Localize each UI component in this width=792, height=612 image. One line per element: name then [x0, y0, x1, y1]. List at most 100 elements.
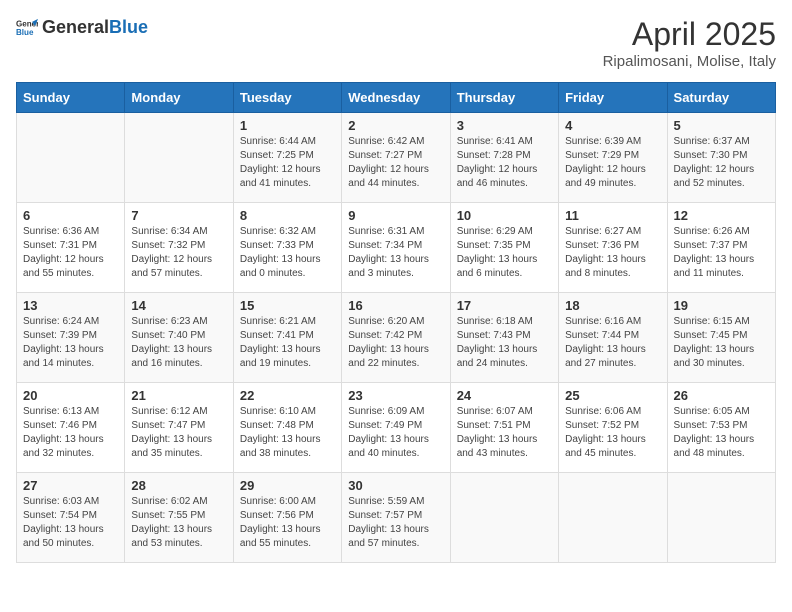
cell-info: Sunrise: 6:44 AMSunset: 7:25 PMDaylight:… [240, 136, 321, 189]
calendar-title: April 2025 [603, 16, 776, 53]
day-cell [667, 473, 775, 563]
day-cell: 26 Sunrise: 6:05 AMSunset: 7:53 PMDayligh… [667, 383, 775, 473]
day-cell: 21Sunrise: 6:12 AMSunset: 7:47 PMDayligh… [125, 383, 233, 473]
day-number: 9 [348, 208, 443, 223]
cell-info: Sunrise: 6:18 AMSunset: 7:43 PMDaylight:… [457, 316, 538, 369]
day-header-wednesday: Wednesday [342, 83, 450, 113]
day-number: 1 [240, 118, 335, 133]
cell-info: Sunrise: 6:02 AMSunset: 7:55 PMDaylight:… [131, 496, 212, 549]
day-cell: 25 Sunrise: 6:06 AMSunset: 7:52 PMDayligh… [559, 383, 667, 473]
week-row-5: 27Sunrise: 6:03 AMSunset: 7:54 PMDayligh… [17, 473, 776, 563]
day-header-tuesday: Tuesday [233, 83, 341, 113]
cell-info: Sunrise: 6:05 AMSunset: 7:53 PMDaylight:… [674, 406, 755, 459]
cell-info: Sunrise: 6:29 AMSunset: 7:35 PMDaylight:… [457, 226, 538, 279]
cell-info: Sunrise: 6:27 AMSunset: 7:36 PMDaylight:… [565, 226, 646, 279]
day-cell [450, 473, 558, 563]
day-number: 14 [131, 298, 226, 313]
cell-info: Sunrise: 6:39 AMSunset: 7:29 PMDaylight:… [565, 136, 646, 189]
cell-info: Sunrise: 6:13 AMSunset: 7:46 PMDaylight:… [23, 406, 104, 459]
day-cell: 4 Sunrise: 6:39 AMSunset: 7:29 PMDaylight… [559, 113, 667, 203]
day-cell: 9 Sunrise: 6:31 AMSunset: 7:34 PMDaylight… [342, 203, 450, 293]
day-header-friday: Friday [559, 83, 667, 113]
day-number: 18 [565, 298, 660, 313]
day-cell: 7 Sunrise: 6:34 AMSunset: 7:32 PMDaylight… [125, 203, 233, 293]
cell-info: Sunrise: 6:10 AMSunset: 7:48 PMDaylight:… [240, 406, 321, 459]
day-header-sunday: Sunday [17, 83, 125, 113]
logo-general-text: General [42, 18, 109, 36]
day-cell: 2Sunrise: 6:42 AMSunset: 7:27 PMDaylight… [342, 113, 450, 203]
day-cell: 28 Sunrise: 6:02 AMSunset: 7:55 PMDayligh… [125, 473, 233, 563]
cell-info: Sunrise: 6:20 AMSunset: 7:42 PMDaylight:… [348, 316, 429, 369]
day-number: 13 [23, 298, 118, 313]
logo: General Blue GeneralBlue [16, 16, 148, 38]
day-cell: 1 Sunrise: 6:44 AMSunset: 7:25 PMDaylight… [233, 113, 341, 203]
cell-info: Sunrise: 6:42 AMSunset: 7:27 PMDaylight:… [348, 136, 429, 189]
day-number: 29 [240, 478, 335, 493]
day-number: 19 [674, 298, 769, 313]
day-cell [17, 113, 125, 203]
cell-info: Sunrise: 6:26 AMSunset: 7:37 PMDaylight:… [674, 226, 755, 279]
day-cell [125, 113, 233, 203]
day-number: 21 [131, 388, 226, 403]
day-number: 15 [240, 298, 335, 313]
cell-info: Sunrise: 6:32 AMSunset: 7:33 PMDaylight:… [240, 226, 321, 279]
day-cell: 15 Sunrise: 6:21 AMSunset: 7:41 PMDayligh… [233, 293, 341, 383]
day-number: 3 [457, 118, 552, 133]
cell-info: Sunrise: 6:15 AMSunset: 7:45 PMDaylight:… [674, 316, 755, 369]
day-cell: 24 Sunrise: 6:07 AMSunset: 7:51 PMDayligh… [450, 383, 558, 473]
cell-info: Sunrise: 6:21 AMSunset: 7:41 PMDaylight:… [240, 316, 321, 369]
week-row-2: 6 Sunrise: 6:36 AMSunset: 7:31 PMDaylight… [17, 203, 776, 293]
cell-info: Sunrise: 5:59 AMSunset: 7:57 PMDaylight:… [348, 496, 429, 549]
day-cell: 13 Sunrise: 6:24 AMSunset: 7:39 PMDayligh… [17, 293, 125, 383]
day-number: 24 [457, 388, 552, 403]
week-row-3: 13 Sunrise: 6:24 AMSunset: 7:39 PMDayligh… [17, 293, 776, 383]
logo-blue-text: Blue [109, 18, 148, 36]
day-cell: 22Sunrise: 6:10 AMSunset: 7:48 PMDayligh… [233, 383, 341, 473]
cell-info: Sunrise: 6:37 AMSunset: 7:30 PMDaylight:… [674, 136, 755, 189]
cell-info: Sunrise: 6:31 AMSunset: 7:34 PMDaylight:… [348, 226, 429, 279]
svg-text:Blue: Blue [16, 28, 34, 37]
day-number: 12 [674, 208, 769, 223]
cell-info: Sunrise: 6:06 AMSunset: 7:52 PMDaylight:… [565, 406, 646, 459]
day-cell: 27Sunrise: 6:03 AMSunset: 7:54 PMDayligh… [17, 473, 125, 563]
cell-info: Sunrise: 6:24 AMSunset: 7:39 PMDaylight:… [23, 316, 104, 369]
day-number: 26 [674, 388, 769, 403]
day-cell: 20Sunrise: 6:13 AMSunset: 7:46 PMDayligh… [17, 383, 125, 473]
day-cell: 3Sunrise: 6:41 AMSunset: 7:28 PMDaylight… [450, 113, 558, 203]
day-number: 4 [565, 118, 660, 133]
day-cell: 14 Sunrise: 6:23 AMSunset: 7:40 PMDayligh… [125, 293, 233, 383]
cell-info: Sunrise: 6:07 AMSunset: 7:51 PMDaylight:… [457, 406, 538, 459]
days-header-row: SundayMondayTuesdayWednesdayThursdayFrid… [17, 83, 776, 113]
day-cell: 16 Sunrise: 6:20 AMSunset: 7:42 PMDayligh… [342, 293, 450, 383]
cell-info: Sunrise: 6:09 AMSunset: 7:49 PMDaylight:… [348, 406, 429, 459]
day-cell: 17Sunrise: 6:18 AMSunset: 7:43 PMDayligh… [450, 293, 558, 383]
cell-info: Sunrise: 6:34 AMSunset: 7:32 PMDaylight:… [131, 226, 212, 279]
day-number: 5 [674, 118, 769, 133]
day-cell: 23 Sunrise: 6:09 AMSunset: 7:49 PMDayligh… [342, 383, 450, 473]
header: General Blue GeneralBlue April 2025 Ripa… [16, 16, 776, 70]
cell-info: Sunrise: 6:23 AMSunset: 7:40 PMDaylight:… [131, 316, 212, 369]
day-number: 16 [348, 298, 443, 313]
day-number: 25 [565, 388, 660, 403]
day-cell: 30Sunrise: 5:59 AMSunset: 7:57 PMDayligh… [342, 473, 450, 563]
calendar-body: 1 Sunrise: 6:44 AMSunset: 7:25 PMDaylight… [17, 113, 776, 563]
logo-icon: General Blue [16, 16, 38, 38]
day-number: 10 [457, 208, 552, 223]
week-row-4: 20Sunrise: 6:13 AMSunset: 7:46 PMDayligh… [17, 383, 776, 473]
day-header-monday: Monday [125, 83, 233, 113]
cell-info: Sunrise: 6:16 AMSunset: 7:44 PMDaylight:… [565, 316, 646, 369]
day-cell: 12 Sunrise: 6:26 AMSunset: 7:37 PMDayligh… [667, 203, 775, 293]
day-number: 27 [23, 478, 118, 493]
title-area: April 2025 Ripalimosani, Molise, Italy [603, 16, 776, 70]
cell-info: Sunrise: 6:36 AMSunset: 7:31 PMDaylight:… [23, 226, 104, 279]
day-number: 7 [131, 208, 226, 223]
calendar-subtitle: Ripalimosani, Molise, Italy [603, 53, 776, 70]
cell-info: Sunrise: 6:00 AMSunset: 7:56 PMDaylight:… [240, 496, 321, 549]
day-number: 28 [131, 478, 226, 493]
day-number: 11 [565, 208, 660, 223]
day-number: 6 [23, 208, 118, 223]
day-cell: 10 Sunrise: 6:29 AMSunset: 7:35 PMDayligh… [450, 203, 558, 293]
day-number: 23 [348, 388, 443, 403]
day-cell [559, 473, 667, 563]
day-cell: 11 Sunrise: 6:27 AMSunset: 7:36 PMDayligh… [559, 203, 667, 293]
